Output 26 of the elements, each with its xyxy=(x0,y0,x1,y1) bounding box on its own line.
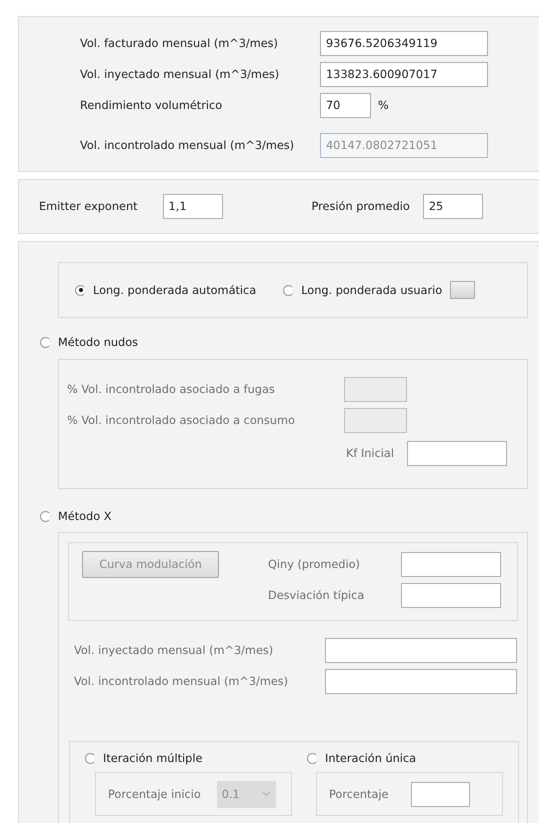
field-label: Vol. inyectado mensual (m^3/mes) xyxy=(80,68,280,81)
field-label: Rendimiento volumétrico xyxy=(80,99,224,112)
text-field[interactable]: 93676.5206349119 xyxy=(320,31,488,56)
field-label: Porcentaje inicio xyxy=(108,788,201,800)
field-label: % Vol. incontrolado asociado a consumo xyxy=(67,414,296,427)
browse-button[interactable] xyxy=(450,281,476,299)
field-label: Desviación típica xyxy=(268,589,364,602)
field-label: Porcentaje xyxy=(329,788,388,800)
text-field[interactable] xyxy=(411,782,470,806)
field-label: Emitter exponent xyxy=(39,200,138,213)
text-field[interactable]: 70 xyxy=(320,93,371,118)
radio-option[interactable]: Long. ponderada usuario xyxy=(283,284,442,296)
field-label: Presión promedio xyxy=(312,200,410,213)
text-field[interactable]: 25 xyxy=(422,194,483,219)
field-label: Vol. facturado mensual (m^3/mes) xyxy=(80,37,279,50)
field-label: Qiny (promedio) xyxy=(268,558,360,571)
field-label: Kf Inicial xyxy=(346,447,394,460)
field-label: % Vol. incontrolado asociado a fugas xyxy=(67,383,276,396)
field-label: Vol. inyectado mensual (m^3/mes) xyxy=(74,644,274,657)
text-field[interactable]: 133823.600907017 xyxy=(320,62,488,87)
chevron-down-icon xyxy=(262,791,271,797)
field-label: Vol. incontrolado mensual (m^3/mes) xyxy=(74,675,288,688)
unit-label: % xyxy=(378,99,389,112)
field-label: Vol. incontrolado mensual (m^3/mes) xyxy=(80,139,296,152)
text-field[interactable]: 1,1 xyxy=(162,194,223,219)
radio-option[interactable]: Long. ponderada automática xyxy=(75,284,256,296)
